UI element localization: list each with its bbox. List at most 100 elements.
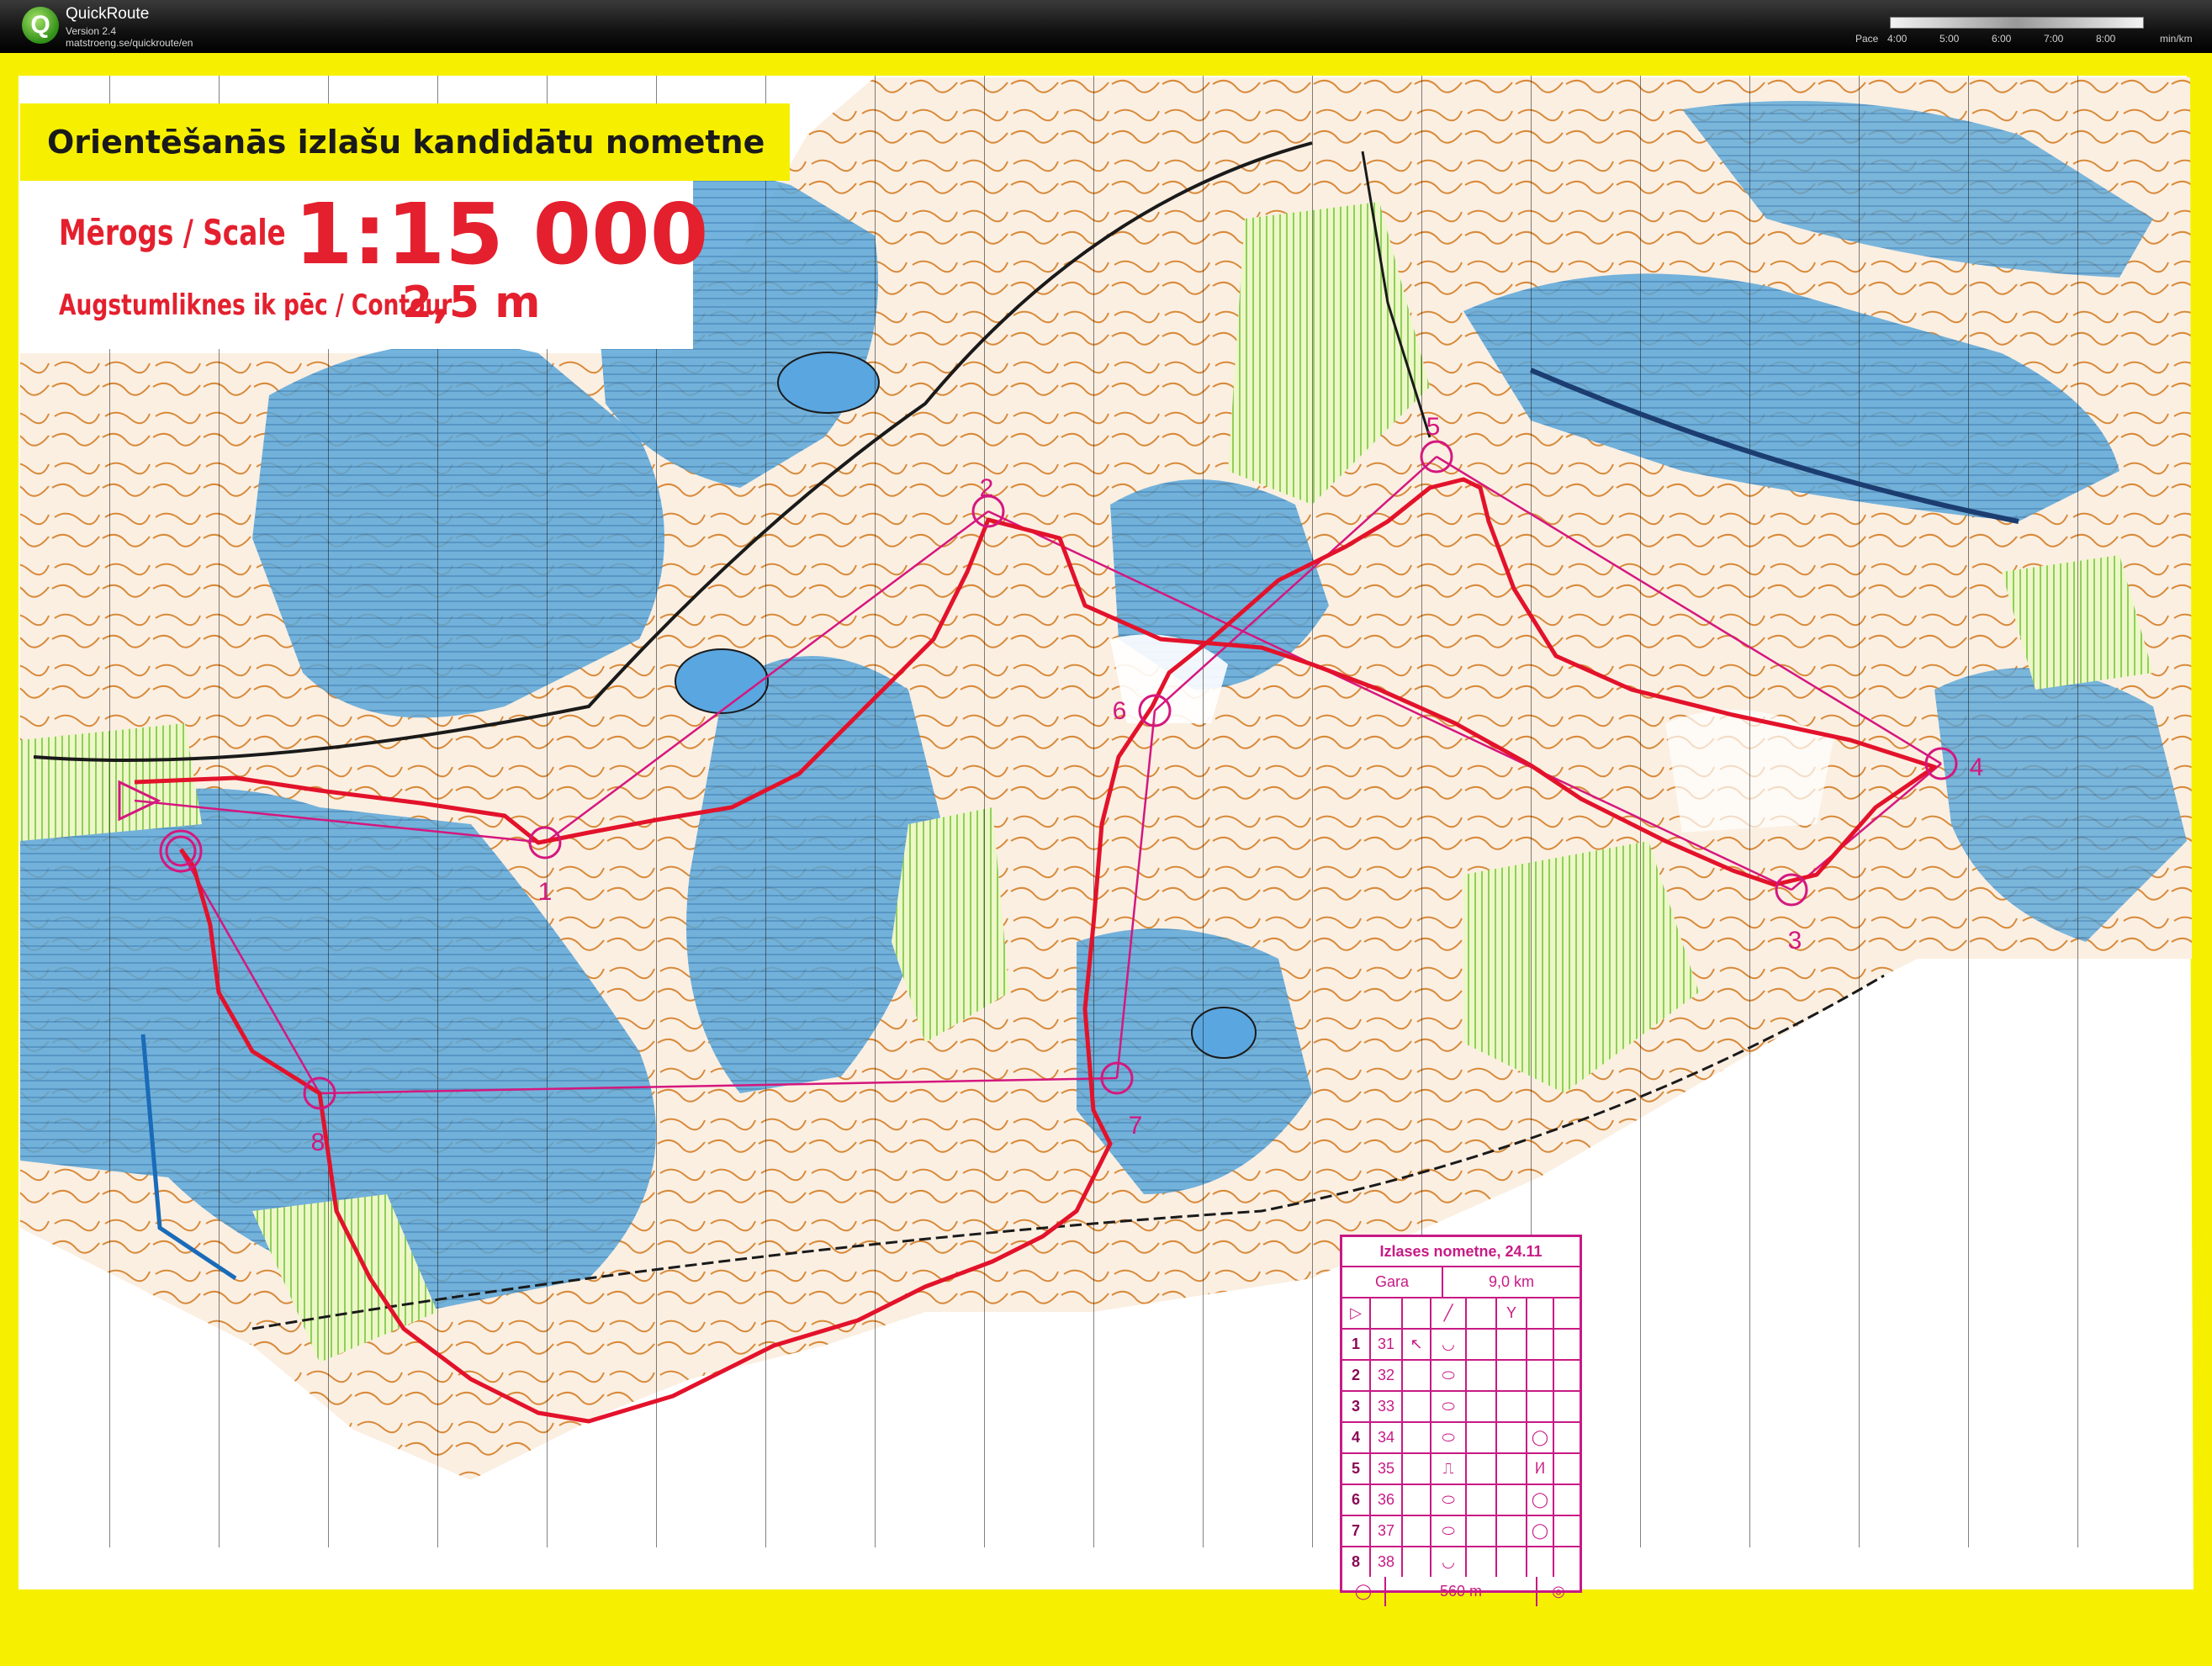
direction-icon [1403,1516,1431,1546]
location-icon [1527,1330,1554,1359]
app-name: QuickRoute [66,5,150,23]
appearance-cell [1467,1516,1497,1546]
description-row: 1 31 ↖ ◡ [1342,1330,1580,1361]
control-number: 7 [1129,1112,1143,1140]
control-code: 35 [1371,1454,1403,1484]
finish-double-circle-icon: ◎ [1552,1583,1565,1600]
contour-value: 2,5 m [402,278,541,328]
scale-value: 1:15 000 [294,185,709,283]
location-icon: ◯ [1527,1485,1554,1515]
app-url[interactable]: matstroeng.se/quickroute/en [66,37,193,49]
description-row: 2 32 ⬭ [1342,1361,1580,1392]
feature-icon: ⬭ [1431,1485,1467,1515]
dimension-cell [1497,1547,1527,1577]
appearance-cell [1467,1361,1497,1390]
column-e-icon: Y [1497,1298,1527,1328]
contour-label: Augstumliknes ik pēc / Contour [59,288,452,322]
feature-icon: ⬭ [1431,1361,1467,1390]
control-number: 3 [1788,927,1802,955]
description-start-row: ▷ ╱ Y [1342,1298,1580,1330]
direction-icon [1403,1485,1431,1515]
appearance-cell [1467,1392,1497,1421]
pace-tick: 7:00 [2044,33,2064,45]
control-seq-number: 7 [1342,1516,1371,1546]
location-icon [1527,1361,1554,1390]
control-code: 33 [1371,1392,1403,1421]
direction-icon: ↖ [1403,1330,1431,1359]
pace-color-scale [1890,17,2144,29]
control-seq-number: 3 [1342,1392,1371,1421]
direction-icon [1403,1547,1431,1577]
description-row: 3 33 ⬭ [1342,1392,1580,1423]
control-seq-number: 4 [1342,1423,1371,1452]
control-code: 37 [1371,1516,1403,1546]
feature-icon: ⬭ [1431,1516,1467,1546]
appearance-cell [1467,1330,1497,1359]
pace-tick: 8:00 [2096,33,2116,45]
pace-tick: 6:00 [1992,33,2012,45]
control-code: 38 [1371,1547,1403,1577]
description-rows: 1 31 ↖ ◡ 2 32 ⬭ 3 33 ⬭ 4 34 ⬭ ◯ 5 35 ⎍ ǀ⁄ǀ 6 36 ⬭ ◯ 7 37 ⬭ ◯ 8 38 ◡ [1342,1330,1580,1577]
feature-icon: ◡ [1431,1330,1467,1359]
description-title: Izlases nometne, 24.11 [1342,1237,1580,1267]
description-row: 7 37 ⬭ ◯ [1342,1516,1580,1547]
course-name: Gara [1342,1267,1443,1297]
start-triangle-icon: ▷ [1342,1298,1371,1328]
dimension-cell [1497,1361,1527,1390]
location-icon [1527,1547,1554,1577]
column-c-icon: ╱ [1431,1298,1467,1328]
scale-label: Mērogs / Scale [59,212,286,253]
feature-icon: ⬭ [1431,1392,1467,1421]
other-cell [1554,1330,1580,1359]
control-number: 5 [1426,413,1441,441]
dimension-cell [1497,1330,1527,1359]
control-number: 6 [1113,697,1127,725]
appearance-cell [1467,1454,1497,1484]
direction-icon [1403,1454,1431,1484]
quickroute-logo-icon: Q [22,7,59,44]
other-cell [1554,1516,1580,1546]
pace-unit: min/km [2160,33,2193,45]
finish-distance: 560 m [1386,1577,1537,1606]
control-number: 8 [311,1129,325,1156]
control-number: 1 [538,878,553,906]
control-code: 34 [1371,1423,1403,1452]
direction-icon [1403,1423,1431,1452]
frame-top-strip [0,53,2212,59]
finish-circle-icon: ◯ [1342,1577,1386,1606]
direction-icon [1403,1361,1431,1390]
appearance-cell [1467,1485,1497,1515]
control-number: 4 [1970,754,1984,781]
description-row: 4 34 ⬭ ◯ [1342,1423,1580,1454]
feature-icon: ⎍ [1431,1454,1467,1484]
dimension-cell [1497,1516,1527,1546]
description-course-row: Gara 9,0 km [1342,1267,1580,1298]
control-code: 32 [1371,1361,1403,1390]
pace-label: Pace [1855,33,1879,45]
pace-tick: 5:00 [1939,33,1960,45]
feature-icon: ⬭ [1431,1423,1467,1452]
other-cell [1554,1361,1580,1390]
description-finish-row: ◯ 560 m ◎ [1342,1577,1580,1606]
dimension-cell [1497,1485,1527,1515]
other-cell [1554,1485,1580,1515]
appearance-cell [1467,1423,1497,1452]
control-code: 31 [1371,1330,1403,1359]
dimension-cell [1497,1392,1527,1421]
location-icon: ◯ [1527,1516,1554,1546]
description-row: 5 35 ⎍ ǀ⁄ǀ [1342,1454,1580,1485]
control-seq-number: 2 [1342,1361,1371,1390]
dimension-cell [1497,1423,1527,1452]
direction-icon [1403,1392,1431,1421]
dimension-cell [1497,1454,1527,1484]
other-cell [1554,1392,1580,1421]
other-cell [1554,1547,1580,1577]
description-row: 8 38 ◡ [1342,1547,1580,1577]
location-icon [1527,1392,1554,1421]
control-code: 36 [1371,1485,1403,1515]
location-icon: ǀ⁄ǀ [1527,1454,1554,1484]
app-version: Version 2.4 [66,25,117,37]
control-seq-number: 8 [1342,1547,1371,1577]
feature-icon: ◡ [1431,1547,1467,1577]
control-seq-number: 5 [1342,1454,1371,1484]
